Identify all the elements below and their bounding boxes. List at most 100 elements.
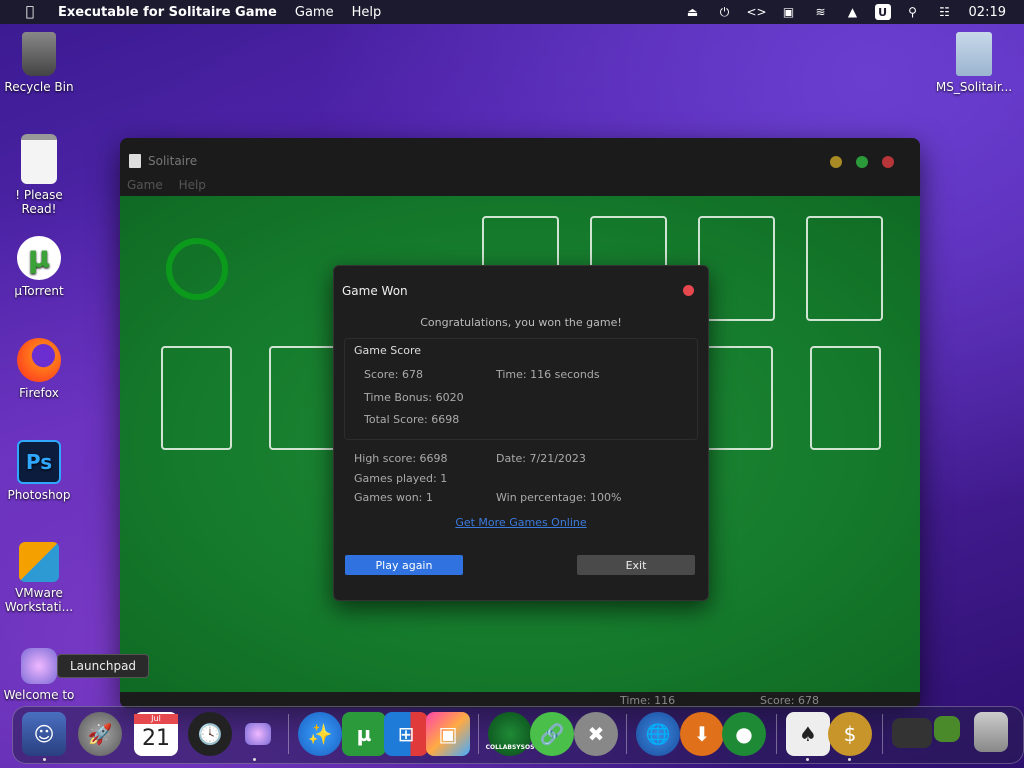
- close-button[interactable]: [882, 156, 894, 168]
- minimize-button[interactable]: [830, 156, 842, 168]
- date: Date: 7/21/2023: [496, 452, 586, 465]
- utorrent-dock-icon[interactable]: µ: [342, 712, 386, 756]
- tableau-slot-1[interactable]: [161, 346, 232, 450]
- utorrent-icon: µ: [17, 236, 61, 280]
- terminal-thumbnail-icon[interactable]: [892, 718, 932, 748]
- tableau-slot-7[interactable]: [810, 346, 881, 450]
- solitaire-dock-icon[interactable]: ♠: [786, 712, 830, 756]
- apple-menu-icon[interactable]: : [20, 4, 40, 20]
- time-value: Time: 116 seconds: [496, 368, 600, 381]
- menu-help[interactable]: Help: [352, 5, 382, 20]
- window-menu-game[interactable]: Game: [127, 178, 163, 192]
- desktop-icon-label: VMware Workstati...: [4, 586, 74, 614]
- dock-separator: [626, 714, 627, 754]
- menubar-clock[interactable]: 02:19: [969, 5, 1006, 20]
- game-score-header: Game Score: [354, 344, 422, 357]
- photos-icon[interactable]: ▣: [426, 712, 470, 756]
- folder-icon: [956, 32, 992, 76]
- window-menu-help[interactable]: Help: [179, 178, 206, 192]
- dialog-title: Game Won: [342, 284, 408, 298]
- calendar-day: 21: [142, 726, 170, 751]
- safari-icon[interactable]: ✨: [298, 712, 342, 756]
- score-value: Score: 678: [364, 368, 424, 381]
- desktop-icon-vmware[interactable]: VMware Workstati...: [0, 542, 79, 614]
- www-globe-icon[interactable]: 🌐: [636, 712, 680, 756]
- code-icon[interactable]: <>: [746, 4, 766, 20]
- power-icon[interactable]: ⏻: [715, 4, 735, 20]
- desktop-icon-label: ! Please Read!: [15, 188, 63, 216]
- menu-game[interactable]: Game: [295, 5, 334, 20]
- download-icon[interactable]: ⬇: [680, 712, 724, 756]
- dock-separator: [882, 714, 883, 754]
- desktop-icon-recycle-bin[interactable]: Recycle Bin: [0, 32, 79, 94]
- recycle-bin-icon: [22, 32, 56, 76]
- menu-app-name[interactable]: Executable for Solitaire Game: [58, 5, 277, 20]
- wifi-off-icon[interactable]: ≋: [811, 4, 831, 20]
- foundation-slot-3[interactable]: [698, 216, 775, 321]
- welcome-icon: [21, 648, 57, 684]
- eject-icon[interactable]: ⏏: [683, 4, 703, 20]
- launchpad-tooltip: Launchpad: [57, 654, 150, 678]
- win-percentage: Win percentage: 100%: [496, 491, 622, 504]
- dialog-close-button[interactable]: [683, 285, 694, 296]
- money-bag-icon[interactable]: $: [828, 712, 872, 756]
- maximize-button[interactable]: [856, 156, 868, 168]
- seeds-icon[interactable]: ●: [722, 712, 766, 756]
- windows-parallels-icon[interactable]: ⊞: [384, 712, 428, 756]
- window-title: Solitaire: [148, 154, 198, 168]
- foundation-slot-4[interactable]: [806, 216, 883, 321]
- collabsysos-icon[interactable]: COLLABSYSOS: [485, 712, 535, 756]
- desktop-icon-label: Welcome to: [3, 688, 75, 702]
- calendar-month: Jul: [134, 714, 178, 724]
- clock-icon[interactable]: 🕓: [188, 712, 232, 756]
- calendar-icon[interactable]: Jul 21: [134, 712, 178, 756]
- games-played: Games played: 1: [354, 472, 448, 485]
- desktop-icon-firefox[interactable]: Firefox: [0, 338, 79, 400]
- tableau-slot-2[interactable]: [269, 346, 340, 450]
- dock-separator: [478, 714, 479, 754]
- desktop-icon-ms-solitaire[interactable]: MS_Solitair...: [934, 32, 1014, 94]
- congrats-message: Congratulations, you won the game!: [420, 316, 622, 329]
- vmware-icon: [19, 542, 59, 582]
- solitaire-app-icon: [129, 154, 141, 168]
- stock-pile-empty[interactable]: [166, 238, 228, 300]
- photoshop-icon: Ps: [17, 440, 61, 484]
- upload-icon[interactable]: ▲: [843, 4, 863, 20]
- desktop-icon-please-read[interactable]: ! Please Read!: [0, 134, 79, 216]
- collab-label: COLLABSYSOS: [485, 743, 535, 751]
- desktop-icon-label: Recycle Bin: [4, 80, 74, 94]
- desktop-icon-label: Photoshop: [7, 488, 71, 502]
- game-score-box: Game Score Score: 678 Time: 116 seconds …: [344, 338, 698, 440]
- window-menu: Game Help: [127, 178, 218, 192]
- get-more-games-link[interactable]: Get More Games Online: [334, 516, 708, 529]
- running-indicator: [253, 758, 256, 761]
- play-again-button[interactable]: Play again: [345, 555, 463, 575]
- finder-icon[interactable]: ☺: [22, 712, 66, 756]
- menu-bar:  Executable for Solitaire Game Game Hel…: [0, 0, 1024, 24]
- game-won-dialog: Game Won Congratulations, you won the ga…: [333, 265, 709, 601]
- game-thumbnail-icon[interactable]: [934, 716, 960, 742]
- desktop-icon-label: MS_Solitair...: [935, 80, 1013, 94]
- control-center-icon[interactable]: ☷: [935, 4, 955, 20]
- running-indicator: [43, 758, 46, 761]
- welcome-dock-icon[interactable]: [236, 712, 280, 756]
- notepad-icon: [21, 134, 57, 184]
- desktop-icon-label: µTorrent: [14, 284, 64, 298]
- search-icon[interactable]: ⚲: [903, 4, 923, 20]
- desktop-icon-photoshop[interactable]: Ps Photoshop: [0, 440, 79, 502]
- total-score-value: Total Score: 6698: [364, 413, 460, 426]
- dock-separator: [776, 714, 777, 754]
- tableau-slot-6[interactable]: [702, 346, 773, 450]
- dock-separator: [288, 714, 289, 754]
- link-icon[interactable]: 🔗: [530, 712, 574, 756]
- launchpad-icon[interactable]: 🚀: [78, 712, 122, 756]
- exit-button[interactable]: Exit: [577, 555, 695, 575]
- desktop-icon-utorrent[interactable]: µ µTorrent: [0, 236, 79, 298]
- running-indicator: [806, 758, 809, 761]
- utilities-icon[interactable]: ✖: [574, 712, 618, 756]
- display-icon[interactable]: ▣: [779, 4, 799, 20]
- window-titlebar[interactable]: Solitaire Game Help: [120, 138, 920, 192]
- u-badge-icon[interactable]: U: [874, 4, 891, 20]
- time-bonus-value: Time Bonus: 6020: [364, 391, 464, 404]
- trash-icon[interactable]: [974, 712, 1008, 752]
